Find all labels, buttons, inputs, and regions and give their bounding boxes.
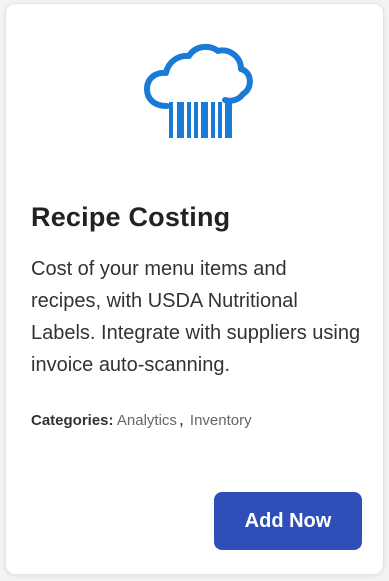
categories-label: Categories: — [31, 412, 114, 429]
category-inventory: Inventory — [189, 412, 252, 429]
category-analytics: Analytics — [116, 412, 177, 429]
app-card: Recipe Costing Cost of your menu items a… — [5, 3, 384, 575]
add-now-button[interactable]: Add Now — [214, 492, 362, 550]
cloud-barcode-icon — [144, 43, 253, 138]
app-title: Recipe Costing — [31, 202, 231, 232]
categories-row: Categories: Analytics, Inventory — [31, 409, 252, 431]
category-separator: , — [178, 409, 184, 429]
app-description: Cost of your menu items and recipes, wit… — [31, 258, 361, 376]
